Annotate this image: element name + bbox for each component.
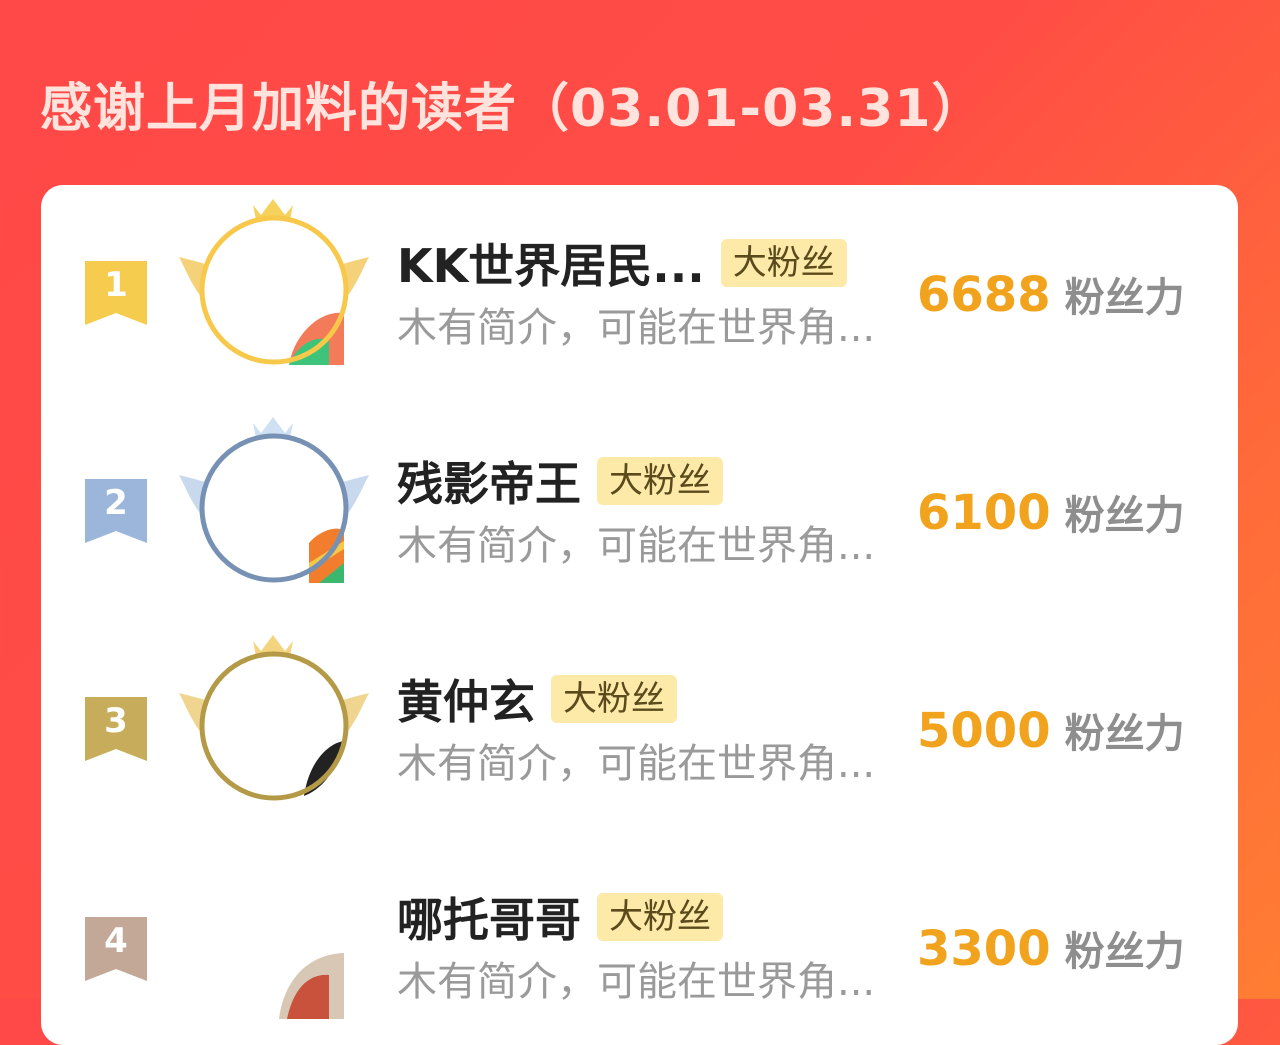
rank-badge-4: 4 [85, 917, 147, 981]
rank-badge-3: 3 [85, 697, 147, 761]
reader-row-3[interactable]: 3 黄仲玄 大粉丝 木有简介，可能在世界角... 5000 粉丝力 [41, 621, 1238, 821]
fan-power-score: 5000 粉丝力 [917, 701, 1185, 759]
reader-bio: 木有简介，可能在世界角... [397, 741, 876, 787]
score-unit: 粉丝力 [1064, 711, 1185, 757]
reader-row-1[interactable]: 1 KK世界居民... 大粉丝 木有简介，可能在世界角... 6688 粉丝力 [41, 185, 1238, 385]
score-unit: 粉丝力 [1064, 929, 1185, 975]
fan-power-score: 6688 粉丝力 [917, 265, 1185, 323]
rank-badge-1: 1 [85, 261, 147, 325]
page-title: 感谢上月加料的读者（03.01-03.31） [40, 79, 985, 139]
reader-row-4[interactable]: 4 哪托哥哥 大粉丝 木有简介，可能在世界角... 3300 粉丝力 [41, 839, 1238, 1039]
rank-number: 1 [104, 265, 128, 305]
rank-badge-2: 2 [85, 479, 147, 543]
rank-number: 3 [104, 701, 128, 741]
score-value: 3300 [917, 921, 1051, 977]
reader-list-card: 1 KK世界居民... 大粉丝 木有简介，可能在世界角... 6688 粉丝力 [41, 185, 1238, 1045]
rank-number: 2 [104, 483, 128, 523]
avatar-frame-silver[interactable] [169, 413, 379, 603]
score-value: 5000 [917, 703, 1051, 759]
rank-number: 4 [104, 921, 128, 961]
avatar-frame-bronze[interactable] [169, 631, 379, 821]
fan-level-badge: 大粉丝 [551, 675, 677, 723]
score-value: 6100 [917, 485, 1051, 541]
avatar[interactable] [169, 849, 379, 1039]
reader-name[interactable]: KK世界居民... [397, 230, 705, 296]
score-value: 6688 [917, 267, 1051, 323]
fan-power-score: 6100 粉丝力 [917, 483, 1185, 541]
reader-name[interactable]: 黄仲玄 [397, 666, 535, 732]
score-unit: 粉丝力 [1064, 275, 1185, 321]
fan-level-badge: 大粉丝 [720, 239, 847, 287]
fan-level-badge: 大粉丝 [597, 457, 723, 505]
reader-name[interactable]: 哪托哥哥 [397, 884, 581, 950]
reader-bio: 木有简介，可能在世界角... [397, 305, 876, 351]
reader-bio: 木有简介，可能在世界角... [397, 959, 876, 1005]
fan-level-badge: 大粉丝 [597, 893, 723, 941]
fan-power-score: 3300 粉丝力 [917, 919, 1185, 977]
reader-name[interactable]: 残影帝王 [397, 448, 581, 514]
avatar-frame-gold[interactable] [169, 195, 379, 385]
reader-row-2[interactable]: 2 残影帝王 大粉丝 木有简介，可能在世界角... 6100 粉丝力 [41, 403, 1238, 603]
score-unit: 粉丝力 [1064, 493, 1185, 539]
reader-bio: 木有简介，可能在世界角... [397, 523, 876, 569]
